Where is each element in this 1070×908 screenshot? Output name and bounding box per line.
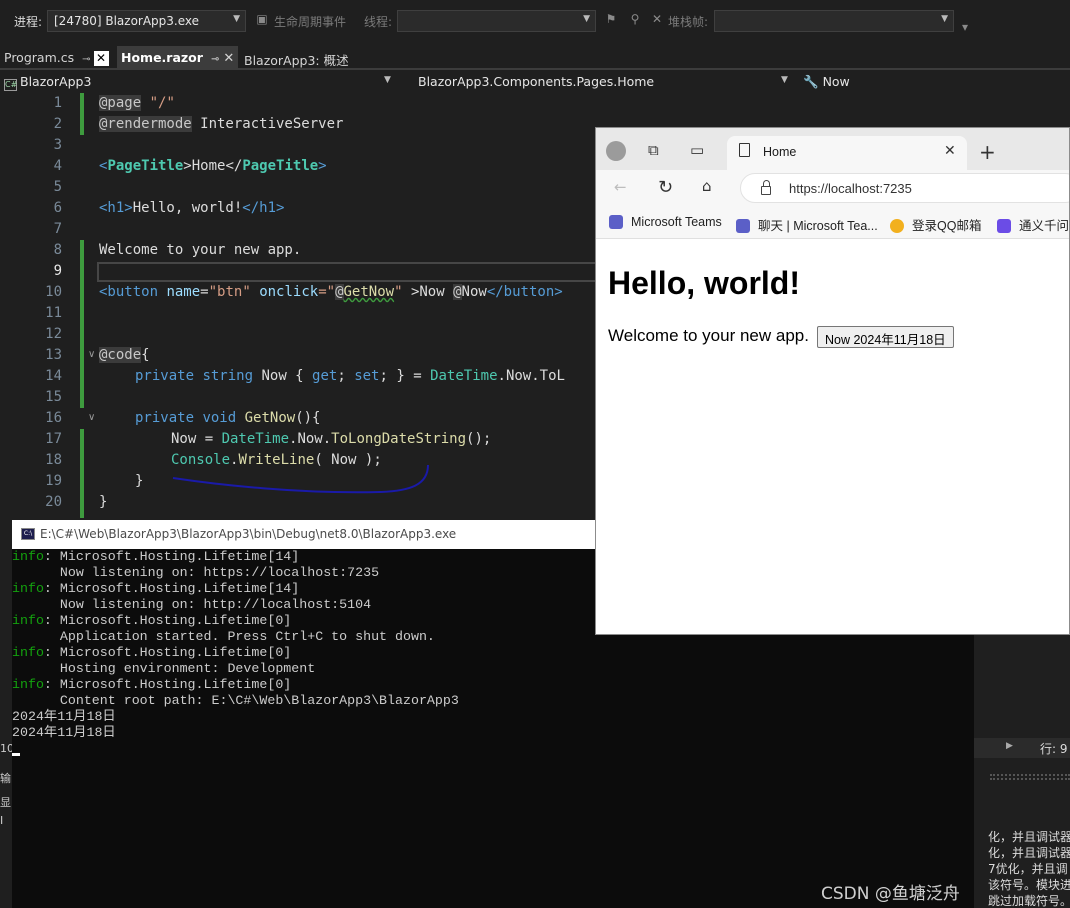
left-panel-fragment: 显 — [0, 796, 11, 809]
stack-frame-dropdown[interactable]: ▼ — [714, 10, 954, 32]
chevron-down-icon: ▼ — [233, 14, 240, 24]
qq-mail-icon — [890, 219, 904, 233]
flag-icon[interactable]: ⚑ — [604, 12, 618, 26]
close-icon[interactable]: ✕ — [944, 143, 956, 159]
process-value: [24780] BlazorApp3.exe — [54, 14, 200, 28]
console-line: info: Microsoft.Hosting.Lifetime[0] — [12, 645, 292, 660]
page-icon — [739, 143, 750, 157]
console-line: 2024年11月18日 — [12, 709, 116, 724]
pin-icon[interactable]: ⊸ — [82, 54, 90, 65]
document-tab-strip: Program.cs ⊸ ✕ Home.razor ⊸ ✕ BlazorApp3: 概述 — [0, 46, 1070, 70]
close-icon[interactable]: ✕ — [93, 51, 109, 66]
tab-program-cs[interactable]: Program.cs ⊸ ✕ — [0, 46, 113, 70]
chevron-down-icon: ▼ — [781, 75, 788, 85]
left-panel-fragment: I — [0, 814, 4, 827]
code-editor[interactable]: 1 @page "/" 2 @rendermode InteractiveServe… — [0, 93, 600, 518]
favorites-bar: Microsoft Teams 聊天 | Microsoft Tea... 登录… — [596, 208, 1069, 239]
favorite-qq-mail[interactable]: 登录QQ邮箱 — [890, 215, 981, 234]
workspaces-icon[interactable]: ⧉ — [648, 141, 659, 159]
teams-icon — [736, 219, 750, 233]
web-page-content: Hello, world! Welcome to your new app. N… — [596, 239, 1069, 634]
annotation-underline — [172, 464, 429, 494]
now-button[interactable]: Now 2024年11月18日 — [817, 326, 954, 348]
thread-label: 线程: — [364, 15, 393, 29]
process-dropdown[interactable]: [24780] BlazorApp3.exe ▼ — [47, 10, 246, 32]
url-text: https://localhost:7235 — [789, 181, 912, 196]
browser-address-row: ← ↻ ⌂ https://localhost:7235 — [596, 170, 1069, 208]
left-panel-fragment: 输 — [0, 772, 11, 785]
output-text: 化，并且调试器 — [988, 846, 1070, 860]
back-arrow-icon[interactable]: ← — [614, 178, 627, 196]
csharp-project-icon: C# — [4, 79, 18, 91]
tab-label: Home.razor — [121, 50, 203, 65]
chevron-down-icon: ▼ — [941, 14, 948, 24]
console-line: Content root path: E:\C#\Web\BlazorApp3\… — [12, 693, 459, 708]
teams-icon — [609, 215, 623, 229]
browser-tab-home[interactable]: Home ✕ — [727, 136, 967, 170]
new-tab-icon[interactable]: + — [979, 140, 996, 164]
lifecycle-events-label[interactable]: 生命周期事件 — [274, 13, 346, 30]
wrench-icon: 🔧 — [803, 74, 819, 89]
scroll-right-icon[interactable]: ▶ — [1006, 741, 1013, 751]
process-label: 进程: — [14, 15, 43, 29]
close-icon[interactable]: ✕ — [223, 51, 234, 66]
member-dropdown[interactable]: 🔧 Now — [799, 72, 1070, 92]
member-name: Now — [822, 74, 850, 89]
status-strip: ▶ 行: 9 — [974, 738, 1070, 758]
console-line: info: Microsoft.Hosting.Lifetime[0] — [12, 677, 292, 692]
profile-avatar-icon[interactable] — [606, 141, 626, 161]
project-dropdown[interactable]: C# BlazorApp3 ▼ — [0, 72, 395, 92]
browser-tab-strip: ⧉ ▭ Home ✕ + — [596, 128, 1069, 170]
console-line: Hosting environment: Development — [12, 661, 316, 676]
output-text: 7优化，并且调 — [988, 862, 1068, 876]
tongyi-icon — [997, 219, 1011, 233]
favorite-teams[interactable]: Microsoft Teams — [609, 215, 722, 229]
tab-label: BlazorApp3: 概述 — [244, 53, 349, 68]
favorite-teams-chat[interactable]: 聊天 | Microsoft Tea... — [736, 215, 878, 234]
type-dropdown[interactable]: BlazorApp3.Components.Pages.Home ▼ — [414, 72, 792, 92]
pin-icon[interactable]: ⊸ — [211, 54, 219, 65]
text-cursor — [12, 753, 20, 756]
welcome-text: Welcome to your new app. — [608, 326, 809, 345]
console-title: E:\C#\Web\BlazorApp3\BlazorApp3\bin\Debu… — [40, 527, 457, 541]
favorite-tongyi[interactable]: 通义千问 — [997, 215, 1069, 234]
clear-filter-icon[interactable]: ✕ — [650, 12, 664, 26]
console-cursor-line — [12, 741, 974, 761]
home-icon[interactable]: ⌂ — [702, 177, 712, 195]
type-name: BlazorApp3.Components.Pages.Home — [418, 74, 655, 89]
tab-overview[interactable]: BlazorApp3: 概述 — [240, 46, 353, 70]
chevron-down-icon: ▼ — [384, 75, 391, 85]
vs-toolbar: 进程: [24780] BlazorApp3.exe ▼ ▣ 生命周期事件 线程… — [0, 0, 1070, 44]
chevron-down-icon: ▼ — [583, 14, 590, 24]
console-app-icon: C:\ — [21, 528, 35, 540]
lifecycle-icon: ▣ — [256, 12, 268, 26]
refresh-icon[interactable]: ↻ — [658, 177, 673, 198]
lock-icon[interactable] — [761, 180, 771, 195]
console-line: 2024年11月18日 — [12, 725, 116, 740]
output-text: 化，并且调试器设 — [988, 830, 1070, 844]
output-text: 跳过加载符号。 — [988, 894, 1070, 908]
address-bar[interactable]: https://localhost:7235 — [740, 173, 1069, 203]
tab-home-razor[interactable]: Home.razor ⊸ ✕ — [117, 46, 239, 70]
row-indicator: 行: 9 — [1040, 742, 1068, 756]
browser-window[interactable]: ⧉ ▭ Home ✕ + ← ↻ ⌂ https://localhost:723… — [595, 127, 1070, 635]
page-heading: Hello, world! — [608, 265, 800, 301]
project-name: BlazorApp3 — [20, 74, 92, 89]
watermark: CSDN @鱼塘泛舟 — [821, 884, 960, 904]
overflow-icon[interactable]: ▾ — [958, 20, 972, 34]
panel-grip[interactable] — [990, 774, 1070, 780]
thread-dropdown[interactable]: ▼ — [397, 10, 596, 32]
tab-actions-icon[interactable]: ▭ — [690, 141, 704, 159]
navigation-bar: C# BlazorApp3 ▼ BlazorApp3.Components.Pag… — [0, 72, 1070, 92]
output-text: 该符号。模块进行 — [988, 878, 1070, 892]
browser-tab-title: Home — [763, 145, 797, 159]
filter-icon[interactable]: ⚲ — [628, 12, 642, 26]
stack-frame-label: 堆栈帧: — [668, 15, 709, 29]
tab-label: Program.cs — [4, 50, 75, 65]
